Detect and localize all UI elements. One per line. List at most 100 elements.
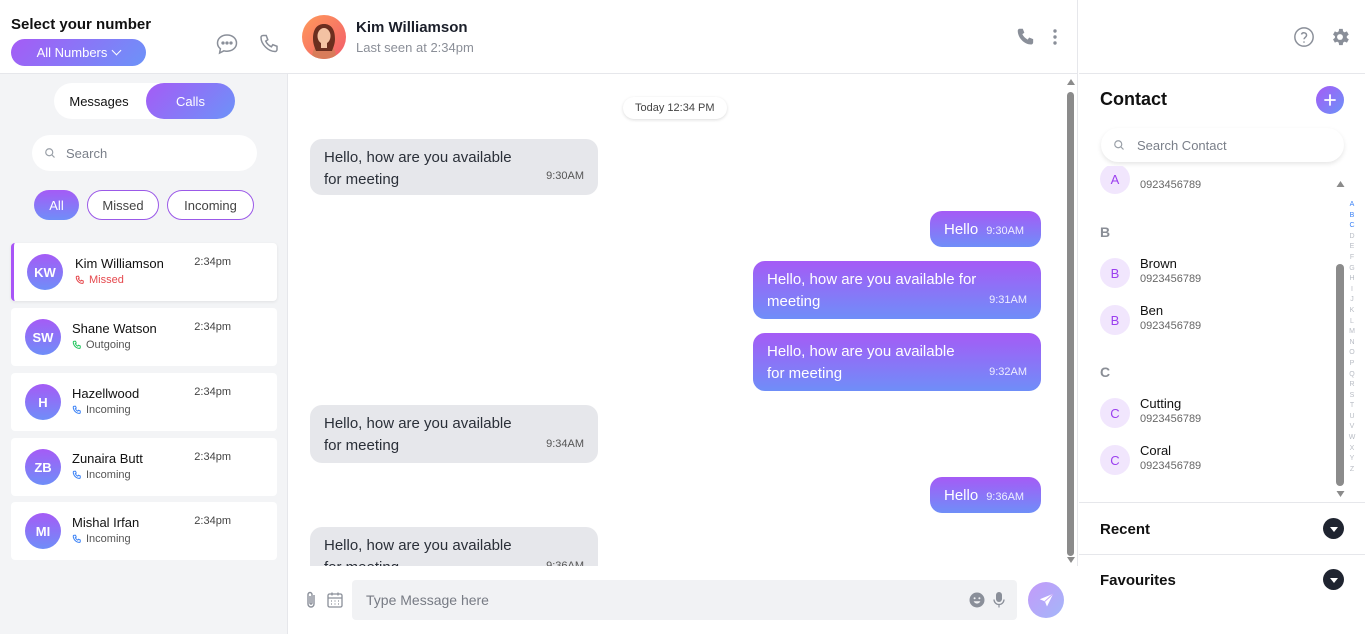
contact-phone: 0923456789 bbox=[1140, 460, 1202, 472]
alphabet-letters[interactable]: ABCDEFGHIJKLMNOPQRSTUVWXYZ bbox=[1347, 200, 1357, 475]
call-time: 2:34pm bbox=[194, 321, 231, 333]
alphabet-letter[interactable]: S bbox=[1347, 391, 1357, 402]
chat-scrollbar[interactable] bbox=[1064, 78, 1078, 566]
message-time: 9:30AM bbox=[986, 225, 1025, 237]
message-input-box bbox=[352, 580, 1017, 620]
avatar: C bbox=[1100, 445, 1130, 475]
message-composer bbox=[288, 566, 1078, 634]
alphabet-letter[interactable]: R bbox=[1347, 380, 1357, 391]
alphabet-letter[interactable]: Q bbox=[1347, 370, 1357, 381]
alphabet-letter[interactable]: L bbox=[1347, 317, 1357, 328]
alphabet-letter[interactable]: F bbox=[1347, 253, 1357, 264]
call-list-item[interactable]: SW Shane Watson 2:34pm Outgoing bbox=[11, 308, 277, 366]
add-contact-button[interactable] bbox=[1316, 86, 1344, 114]
alphabet-letter[interactable]: G bbox=[1347, 264, 1357, 275]
scroll-thumb[interactable] bbox=[1067, 92, 1074, 556]
chevron-down-icon bbox=[111, 45, 122, 56]
chat-bubble-icon[interactable] bbox=[215, 32, 239, 56]
emoji-icon[interactable] bbox=[969, 592, 985, 608]
last-seen-status: Last seen at 2:34pm bbox=[356, 40, 474, 55]
alphabet-letter[interactable]: J bbox=[1347, 295, 1357, 306]
contact-item[interactable]: C Cutting 0923456789 bbox=[1100, 394, 1310, 432]
alphabet-letter[interactable]: W bbox=[1347, 433, 1357, 444]
filter-missed[interactable]: Missed bbox=[87, 190, 159, 220]
alphabet-letter[interactable]: D bbox=[1347, 232, 1357, 243]
alphabet-letter[interactable]: T bbox=[1347, 401, 1357, 412]
alphabet-up-arrow-icon[interactable] bbox=[1336, 180, 1345, 188]
alphabet-letter[interactable]: X bbox=[1347, 444, 1357, 455]
scroll-down-arrow-icon[interactable] bbox=[1066, 556, 1076, 564]
call-time: 2:34pm bbox=[194, 386, 231, 398]
contact-phone: 0923456789 bbox=[1140, 273, 1202, 285]
call-status: Incoming bbox=[72, 404, 131, 416]
alphabet-letter[interactable]: I bbox=[1347, 285, 1357, 296]
calendar-icon[interactable] bbox=[326, 591, 344, 609]
call-search-input[interactable] bbox=[66, 145, 246, 161]
help-icon[interactable] bbox=[1293, 26, 1315, 48]
alphabet-scroll-thumb[interactable] bbox=[1336, 264, 1344, 486]
avatar: B bbox=[1100, 305, 1130, 335]
contact-phone: 0923456789 bbox=[1140, 320, 1202, 332]
recent-title: Recent bbox=[1100, 521, 1151, 538]
scroll-up-arrow-icon[interactable] bbox=[1066, 78, 1076, 86]
call-list-item[interactable]: MI Mishal Irfan 2:34pm Incoming bbox=[11, 502, 277, 560]
contact-name: Brown bbox=[1140, 256, 1177, 271]
alphabet-index[interactable]: ABCDEFGHIJKLMNOPQRSTUVWXYZ bbox=[1336, 178, 1358, 500]
select-number-title: Select your number bbox=[11, 16, 152, 33]
alphabet-letter[interactable]: M bbox=[1347, 327, 1357, 338]
alphabet-letter[interactable]: B bbox=[1347, 211, 1357, 222]
contact-item[interactable]: B Ben 0923456789 bbox=[1100, 301, 1310, 339]
alphabet-letter[interactable]: V bbox=[1347, 422, 1357, 433]
avatar: H bbox=[25, 384, 61, 420]
contact-search-box bbox=[1101, 128, 1344, 162]
alphabet-letter[interactable]: Y bbox=[1347, 454, 1357, 465]
contact-search-input[interactable] bbox=[1137, 137, 1327, 153]
alphabet-letter[interactable]: C bbox=[1347, 221, 1357, 232]
recent-section[interactable]: Recent bbox=[1079, 502, 1365, 553]
contact-phone: 0923456789 bbox=[1140, 413, 1202, 425]
more-vertical-icon[interactable] bbox=[1048, 27, 1062, 47]
avatar: B bbox=[1100, 258, 1130, 288]
message-text: Hello, how are you available bbox=[324, 149, 512, 166]
call-list-item[interactable]: ZB Zunaira Butt 2:34pm Incoming bbox=[11, 438, 277, 496]
call-list-item[interactable]: H Hazellwood 2:34pm Incoming bbox=[11, 373, 277, 431]
send-button[interactable] bbox=[1028, 582, 1064, 618]
filter-all[interactable]: All bbox=[34, 190, 79, 220]
call-list-item[interactable]: KW Kim Williamson 2:34pm Missed bbox=[11, 243, 277, 301]
message-input[interactable] bbox=[366, 580, 946, 620]
filter-incoming[interactable]: Incoming bbox=[167, 190, 254, 220]
call-icon[interactable] bbox=[1015, 26, 1037, 48]
contact-item[interactable]: A 0923456789 bbox=[1100, 166, 1310, 198]
alphabet-letter[interactable]: O bbox=[1347, 348, 1357, 359]
chevron-down-icon[interactable] bbox=[1323, 518, 1344, 539]
call-status: Outgoing bbox=[72, 339, 131, 351]
all-numbers-dropdown[interactable]: All Numbers bbox=[11, 39, 146, 66]
attachment-icon[interactable] bbox=[302, 590, 320, 610]
tab-messages[interactable]: Messages bbox=[54, 83, 144, 119]
favourites-section[interactable]: Favourites bbox=[1079, 554, 1365, 605]
alphabet-letter[interactable]: U bbox=[1347, 412, 1357, 423]
call-time: 2:34pm bbox=[194, 515, 231, 527]
alphabet-letter[interactable]: A bbox=[1347, 200, 1357, 211]
date-separator: Today 12:34 PM bbox=[623, 97, 727, 119]
call-status-label: Incoming bbox=[86, 469, 131, 481]
alphabet-letter[interactable]: E bbox=[1347, 242, 1357, 253]
message-text: Hello, how are you available bbox=[324, 537, 512, 554]
contact-item[interactable]: B Brown 0923456789 bbox=[1100, 254, 1310, 292]
alphabet-down-arrow-icon[interactable] bbox=[1336, 490, 1345, 498]
chevron-down-icon[interactable] bbox=[1323, 569, 1344, 590]
messages-calls-toggle: Messages Calls bbox=[54, 83, 235, 119]
alphabet-letter[interactable]: P bbox=[1347, 359, 1357, 370]
alphabet-letter[interactable]: K bbox=[1347, 306, 1357, 317]
microphone-icon[interactable] bbox=[993, 591, 1005, 609]
alphabet-letter[interactable]: H bbox=[1347, 274, 1357, 285]
alphabet-letter[interactable]: N bbox=[1347, 338, 1357, 349]
message-text: Hello, how are you available bbox=[767, 343, 955, 360]
message-text: Hello bbox=[944, 221, 979, 238]
gear-icon[interactable] bbox=[1329, 26, 1351, 48]
tab-calls[interactable]: Calls bbox=[146, 83, 235, 119]
contact-item[interactable]: C Coral 0923456789 bbox=[1100, 441, 1310, 479]
alphabet-letter[interactable]: Z bbox=[1347, 465, 1357, 476]
contact-avatar[interactable] bbox=[302, 15, 346, 59]
phone-icon[interactable] bbox=[258, 32, 282, 56]
